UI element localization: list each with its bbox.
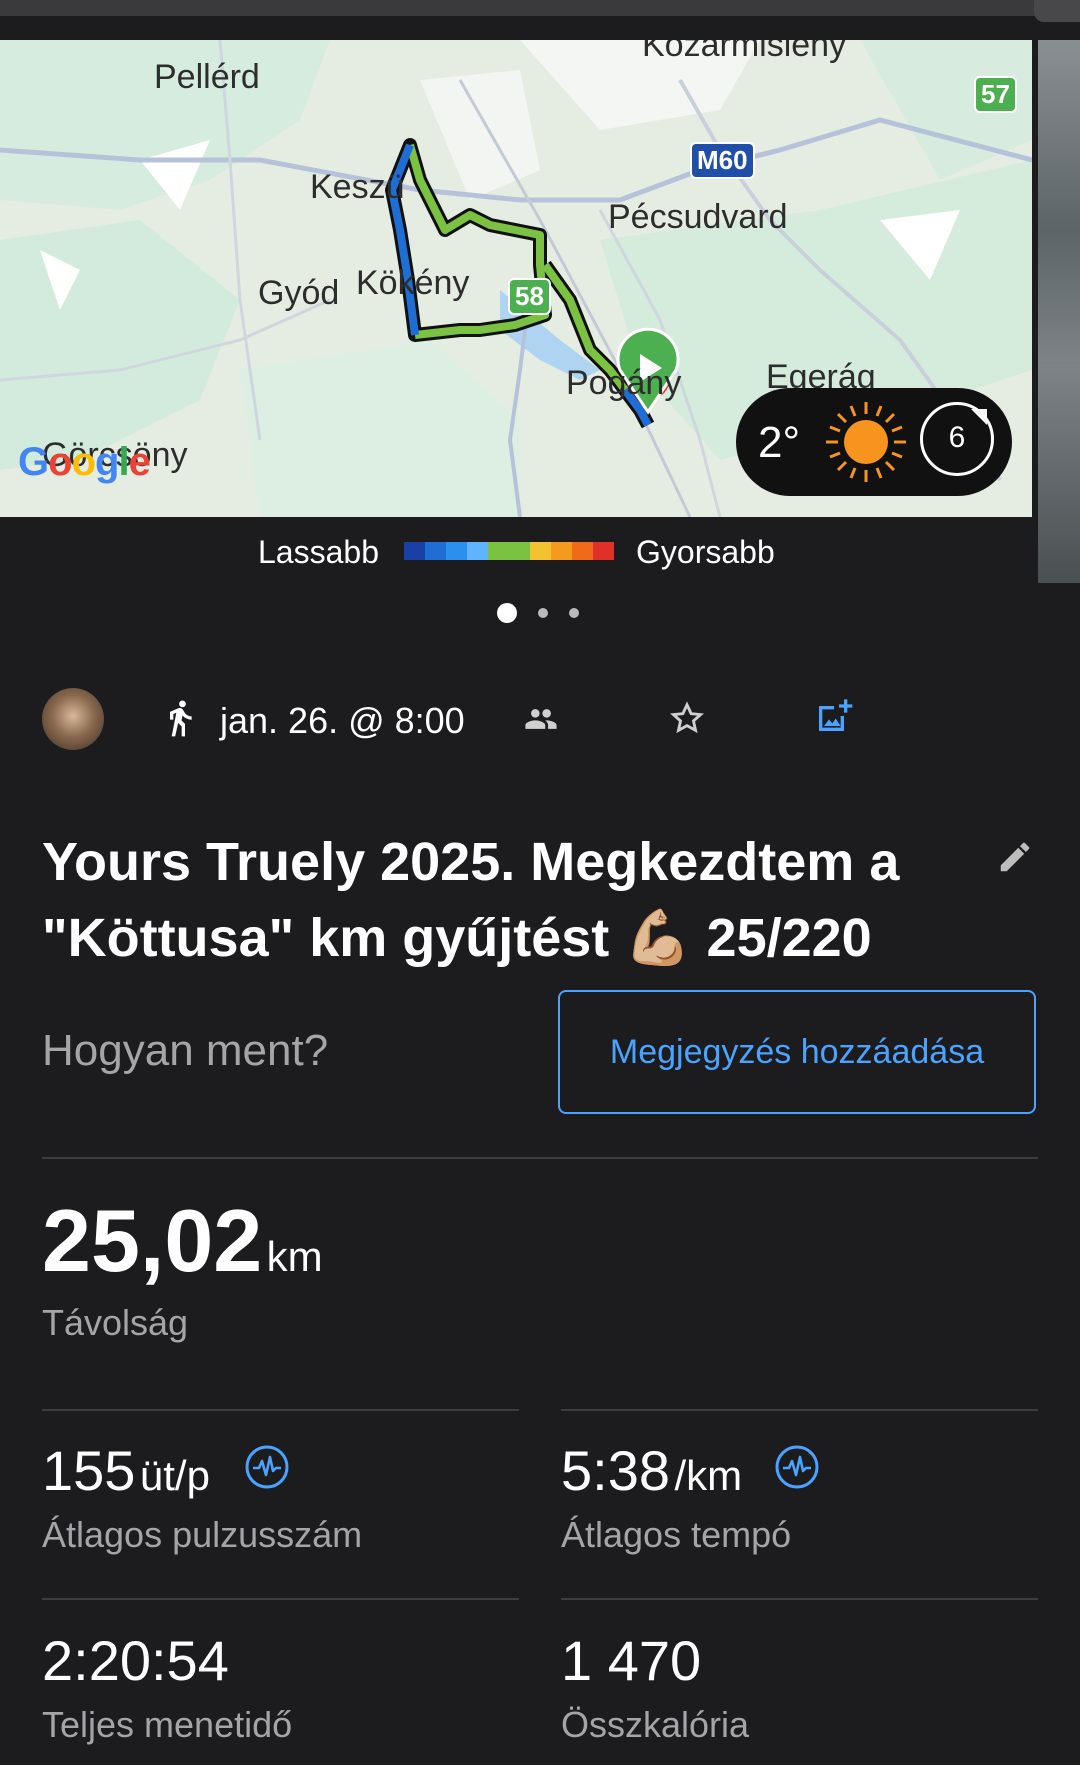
calories-label: Összkalória bbox=[561, 1704, 750, 1745]
window-tab bbox=[1034, 0, 1080, 22]
people-icon[interactable] bbox=[524, 702, 558, 736]
status-bar bbox=[0, 0, 1080, 40]
pace-color-segment bbox=[551, 542, 572, 560]
pace-color-segment bbox=[572, 542, 593, 560]
weather-widget: 2° 6 bbox=[736, 388, 1012, 496]
legend-fast-label: Gyorsabb bbox=[636, 534, 775, 570]
place-label: Keszü bbox=[310, 168, 405, 206]
pace-legend: Lassabb Gyorsabb bbox=[0, 530, 1032, 574]
avg-pace-unit: /km bbox=[674, 1452, 743, 1499]
pager-dot[interactable] bbox=[538, 608, 548, 618]
pace-color-segment bbox=[467, 542, 488, 560]
status-strip bbox=[0, 0, 1080, 16]
edit-pencil-icon[interactable] bbox=[996, 838, 1034, 876]
pace-color-segment bbox=[593, 542, 614, 560]
pace-color-segment bbox=[425, 542, 446, 560]
place-label: Kökény bbox=[356, 264, 470, 302]
avg-pace-label: Átlagos tempó bbox=[561, 1514, 792, 1555]
activity-meta-row: jan. 26. @ 8:00 bbox=[0, 688, 1080, 756]
heart-rate-monitor-icon[interactable] bbox=[244, 1444, 290, 1490]
avg-hr-value: 155 bbox=[42, 1439, 136, 1502]
add-note-button[interactable]: Megjegyzés hozzáadása bbox=[558, 990, 1036, 1114]
google-logo: Google bbox=[18, 440, 151, 484]
total-time-value: 2:20:54 bbox=[42, 1629, 229, 1692]
distance-unit: km bbox=[266, 1233, 323, 1280]
divider bbox=[42, 1409, 519, 1411]
temperature: 2° bbox=[758, 418, 801, 467]
running-icon bbox=[170, 700, 192, 737]
pace-color-segment bbox=[509, 542, 530, 560]
wind-speed: 6 bbox=[948, 421, 966, 454]
divider bbox=[561, 1598, 1038, 1600]
total-time-label: Teljes menetidő bbox=[42, 1704, 293, 1745]
pager-dot-active[interactable] bbox=[497, 603, 517, 623]
divider bbox=[561, 1409, 1038, 1411]
wind-speed-indicator: 6 bbox=[920, 402, 994, 476]
activity-date: jan. 26. @ 8:00 bbox=[220, 700, 465, 741]
carousel-pager bbox=[0, 603, 1032, 623]
avg-hr-label: Átlagos pulzusszám bbox=[42, 1514, 363, 1555]
distance-label: Távolság bbox=[42, 1302, 189, 1343]
divider bbox=[42, 1598, 519, 1600]
road-number-badge: 57 bbox=[974, 76, 1017, 113]
pace-color-scale bbox=[404, 542, 614, 560]
avg-hr-unit: üt/p bbox=[139, 1452, 210, 1499]
calories-value: 1 470 bbox=[561, 1629, 702, 1692]
road-number-badge: M60 bbox=[690, 142, 755, 179]
divider bbox=[42, 1157, 1038, 1159]
feeling-prompt: Hogyan ment? bbox=[42, 1026, 329, 1075]
avg-hr-stat: 155 üt/p bbox=[42, 1438, 210, 1503]
pace-color-segment bbox=[404, 542, 425, 560]
star-icon[interactable] bbox=[668, 700, 706, 738]
pace-color-segment bbox=[446, 542, 467, 560]
activity-title[interactable]: Yours Truely 2025. Megkezdtem a "Köttusa… bbox=[42, 824, 962, 976]
legend-slow-label: Lassabb bbox=[258, 534, 379, 570]
place-label: Gyód bbox=[258, 274, 340, 312]
place-label: Pogány bbox=[566, 364, 682, 402]
avg-pace-stat: 5:38 /km bbox=[561, 1438, 742, 1503]
distance-value: 25,02 bbox=[42, 1191, 263, 1290]
place-label: Pellérd bbox=[154, 58, 260, 96]
next-media-preview[interactable] bbox=[1038, 40, 1080, 583]
heart-rate-monitor-icon[interactable] bbox=[774, 1444, 820, 1490]
avg-pace-value: 5:38 bbox=[561, 1439, 670, 1502]
place-label: Kozármisleny bbox=[642, 40, 847, 64]
place-label: Pécsudvard bbox=[608, 198, 788, 236]
pager-dot[interactable] bbox=[569, 608, 579, 618]
road-number-badge: 58 bbox=[508, 278, 551, 315]
avatar[interactable] bbox=[42, 688, 104, 750]
distance-stat: 25,02 km bbox=[42, 1190, 323, 1292]
add-photo-icon[interactable] bbox=[814, 696, 854, 736]
sun-icon bbox=[826, 402, 906, 482]
pace-color-segment bbox=[530, 542, 551, 560]
route-map[interactable]: Kozármisleny Pellérd Keszü Pécsudvard Gy… bbox=[0, 40, 1032, 517]
pace-color-segment bbox=[488, 542, 509, 560]
